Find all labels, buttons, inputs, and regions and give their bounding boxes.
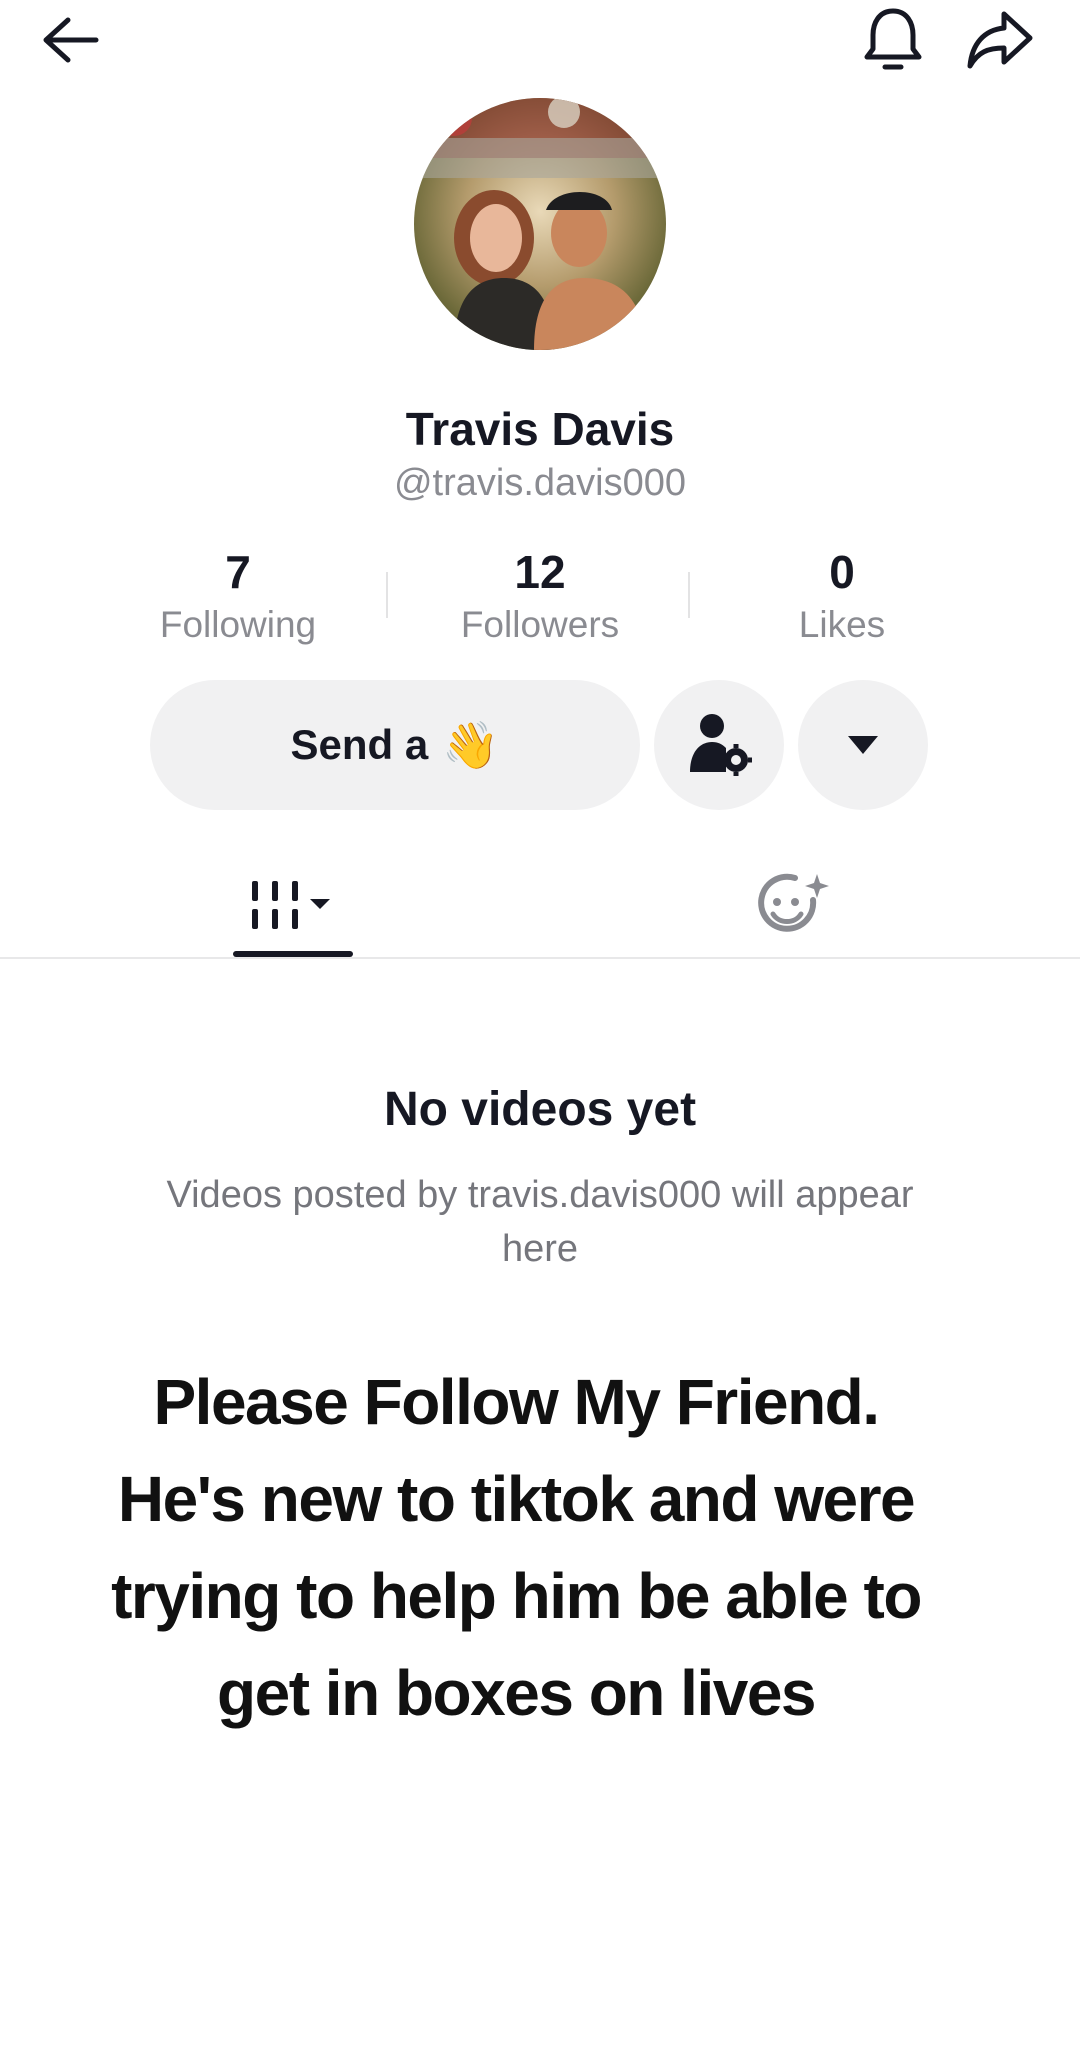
stat-followers[interactable]: 12 Followers: [410, 542, 670, 648]
stat-likes[interactable]: 0 Likes: [712, 542, 972, 648]
share-icon: [967, 11, 1033, 69]
caption-line: He's new to tiktok and were: [117, 1463, 916, 1535]
notifications-button[interactable]: [843, 0, 943, 80]
person-gear-icon: [690, 714, 752, 776]
more-dropdown-button[interactable]: [798, 680, 928, 810]
profile-handle: @travis.davis000: [393, 462, 687, 504]
stat-divider: [386, 572, 388, 618]
bell-icon: [864, 8, 922, 70]
caption-line: get in boxes on lives: [217, 1657, 817, 1729]
profile-settings-button[interactable]: [654, 680, 784, 810]
wave-emoji-icon: 👋: [442, 718, 500, 771]
stat-divider: [688, 572, 690, 618]
stat-following[interactable]: 7 Following: [108, 542, 368, 648]
caption-line: trying to help him be able to: [111, 1560, 922, 1632]
stat-value: 12: [514, 546, 566, 598]
avatar-photo: [414, 98, 666, 350]
send-wave-button[interactable]: Send a 👋: [150, 680, 640, 810]
video-grid-icon: [252, 881, 330, 929]
stat-value: 0: [829, 546, 855, 598]
tab-reposts[interactable]: [733, 850, 853, 960]
back-arrow-icon: [43, 17, 99, 63]
empty-state-title: No videos yet: [383, 1083, 697, 1136]
send-wave-label: Send a: [290, 721, 429, 768]
caret-down-icon: [848, 736, 878, 754]
share-button[interactable]: [950, 0, 1050, 80]
smile-sparkle-icon: [758, 873, 829, 932]
back-button[interactable]: [20, 0, 120, 80]
avatar[interactable]: [414, 98, 666, 350]
profile-name: Travis Davis: [405, 403, 675, 455]
tabs-divider: [0, 957, 1080, 959]
stat-label: Following: [159, 604, 317, 645]
stat-label: Followers: [460, 604, 620, 645]
empty-state-subtitle: Videos posted by travis.davis000 will ap…: [166, 1174, 914, 1270]
stat-label: Likes: [798, 604, 886, 645]
caption-line: Please Follow My Friend.: [153, 1366, 880, 1438]
tab-videos[interactable]: [233, 850, 353, 960]
stat-value: 7: [225, 546, 251, 598]
overlay-caption: Please Follow My Friend. He's new to tik…: [60, 1354, 972, 1742]
